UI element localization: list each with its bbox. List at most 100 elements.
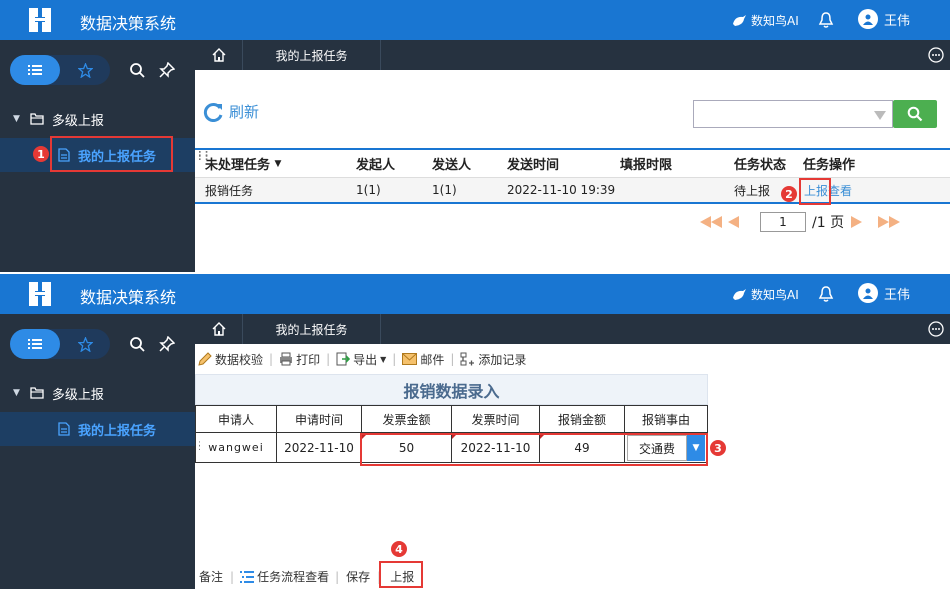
search-icon[interactable] <box>129 62 145 78</box>
col-header-action: 任务操作 <box>803 158 856 173</box>
flow-view-button[interactable]: 任务流程查看 <box>237 568 332 585</box>
home-tab[interactable] <box>195 314 243 344</box>
refresh-button[interactable]: 刷新 <box>203 101 259 122</box>
save-button[interactable]: 保存 <box>342 568 374 585</box>
export-label: 导出 <box>353 352 378 367</box>
print-label: 打印 <box>296 352 321 367</box>
home-icon <box>212 48 225 62</box>
ai-assistant-button[interactable]: 数知鸟AI <box>731 12 799 29</box>
search-input[interactable] <box>693 100 893 128</box>
page-number-input[interactable]: 1 <box>760 212 806 232</box>
validate-button[interactable]: 数据校验 <box>195 351 266 368</box>
step-marker-4: 4 <box>391 541 407 557</box>
view-link[interactable]: 查看 <box>828 182 852 199</box>
task-list-screen: 数据决策系统 数知鸟AI 王伟 ▼ 多级上报 我的上报任务 1 我的上报任务 刷… <box>0 0 950 272</box>
export-button[interactable]: 导出 ▼ <box>333 351 389 368</box>
table-row[interactable]: 报销任务 1(1) 1(1) 2022-11-10 19:39 待上报 上报 查看 <box>195 178 950 204</box>
flow-list-icon <box>240 570 255 583</box>
pin-icon[interactable] <box>159 336 175 352</box>
sidebar-group-multilevel-report[interactable]: ▼ 多级上报 <box>0 104 195 134</box>
cell-send-time: 2022-11-10 19:39 <box>507 183 616 197</box>
ai-label: 数知鸟AI <box>751 14 799 28</box>
pencil-icon <box>198 352 212 366</box>
search-icon[interactable] <box>129 336 145 352</box>
task-table: : :: : 未处理任务 ▼ 发起人 发送人 发送时间 填报时限 任务状态 任务… <box>195 148 950 205</box>
export-icon <box>336 352 351 366</box>
more-icon[interactable] <box>928 321 944 337</box>
sidebar-view-toggle <box>10 329 110 359</box>
form-header-apply-time: 申请时间 <box>277 405 362 433</box>
mail-icon <box>402 353 418 365</box>
table-header: : :: : 未处理任务 ▼ 发起人 发送人 发送时间 填报时限 任务状态 任务… <box>195 150 950 178</box>
sidebar: ▼ 多级上报 我的上报任务 1 <box>0 40 195 272</box>
home-tab[interactable] <box>195 40 243 70</box>
separator: | <box>326 352 331 366</box>
bell-icon[interactable] <box>818 285 834 303</box>
next-page-icon[interactable] <box>850 216 863 228</box>
sidebar-group-label: 多级上报 <box>51 387 104 403</box>
separator: | <box>392 352 397 366</box>
bird-icon <box>733 14 746 26</box>
app-logo <box>29 8 51 32</box>
user-menu[interactable]: 王伟 <box>858 283 910 303</box>
col-header-sender: 发送人 <box>432 158 472 173</box>
tab-bar: 我的上报任务 <box>195 40 950 70</box>
tab-bar: 我的上报任务 <box>195 314 950 344</box>
list-view-button[interactable] <box>10 55 60 85</box>
app-title: 数据决策系统 <box>80 288 177 307</box>
user-menu[interactable]: 王伟 <box>858 9 910 29</box>
refresh-icon <box>203 102 223 122</box>
sidebar-item-my-report-tasks[interactable]: 我的上报任务 <box>0 412 195 446</box>
first-page-icon[interactable] <box>700 216 722 228</box>
highlight-box <box>360 433 708 466</box>
form-header-invoice-time: 发票时间 <box>452 405 540 433</box>
add-record-button[interactable]: 添加记录 <box>457 351 529 368</box>
star-icon <box>77 62 93 78</box>
sidebar-group-label: 多级上报 <box>51 113 104 129</box>
printer-icon <box>280 352 293 366</box>
form-toolbar: 数据校验 | 打印 | 导出 ▼ | 邮件 | 添加记录 <box>195 344 950 374</box>
col-header-task[interactable]: 未处理任务 ▼ <box>205 150 281 177</box>
add-record-label: 添加记录 <box>478 352 527 367</box>
list-view-button[interactable] <box>10 329 60 359</box>
caret-down-icon: ▼ <box>13 388 20 398</box>
tab-my-report-tasks[interactable]: 我的上报任务 <box>243 40 381 70</box>
prev-page-icon[interactable] <box>728 216 740 228</box>
last-page-icon[interactable] <box>878 216 901 228</box>
favorites-button[interactable] <box>60 329 110 359</box>
dropdown-arrow-icon[interactable] <box>874 111 886 120</box>
favorites-button[interactable] <box>60 55 110 85</box>
step-marker-3: 3 <box>710 440 726 456</box>
sidebar-item-label: 我的上报任务 <box>78 423 157 439</box>
note-button[interactable]: 备注 <box>195 568 227 585</box>
print-button[interactable]: 打印 <box>276 351 323 368</box>
cell-initiator: 1(1) <box>356 183 381 197</box>
search-button[interactable] <box>893 100 937 128</box>
bell-icon[interactable] <box>818 11 834 29</box>
separator: | <box>269 352 274 366</box>
form-header-invoice-amount: 发票金额 <box>362 405 452 433</box>
sidebar-group-multilevel-report[interactable]: ▼ 多级上报 <box>0 378 195 408</box>
apply-time-cell[interactable]: 2022-11-10 <box>277 433 362 463</box>
caret-down-icon: ▼ <box>13 114 20 124</box>
separator: | <box>335 569 340 584</box>
bird-icon <box>733 288 746 300</box>
more-icon[interactable] <box>928 47 944 63</box>
list-icon <box>28 65 42 75</box>
mail-button[interactable]: 邮件 <box>399 351 447 368</box>
pagination: 1 /1 页 <box>700 212 901 232</box>
ai-label: 数知鸟AI <box>751 288 799 302</box>
validate-label: 数据校验 <box>215 352 264 367</box>
applicant-cell[interactable]: wangwei <box>196 433 277 463</box>
folder-icon <box>30 113 44 125</box>
step-marker-2: 2 <box>781 186 797 202</box>
user-icon <box>863 14 873 25</box>
list-icon <box>28 339 42 349</box>
tab-my-report-tasks[interactable]: 我的上报任务 <box>243 314 381 344</box>
page-total: /1 页 <box>812 215 845 231</box>
ai-assistant-button[interactable]: 数知鸟AI <box>731 286 799 303</box>
add-record-icon <box>460 352 475 366</box>
pin-icon[interactable] <box>159 62 175 78</box>
avatar <box>858 283 878 303</box>
form-header-reimburse-amount: 报销金额 <box>540 405 625 433</box>
